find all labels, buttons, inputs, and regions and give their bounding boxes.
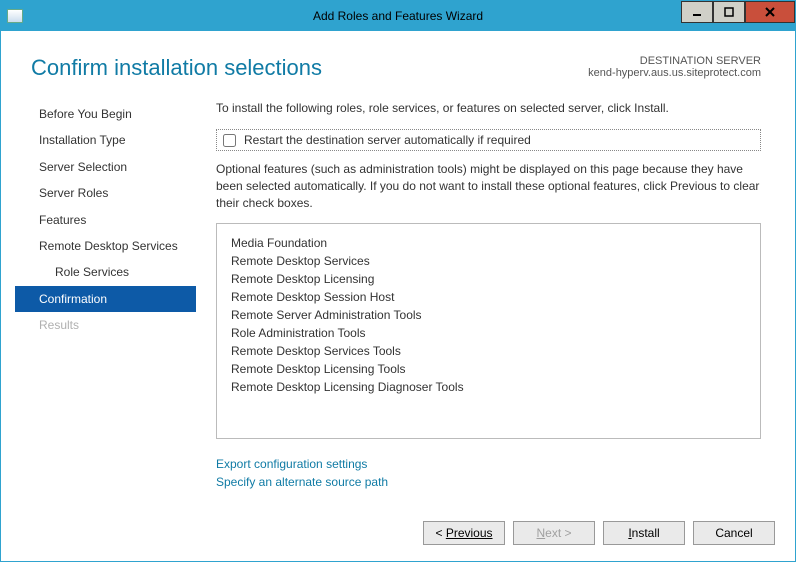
- close-button[interactable]: [745, 1, 795, 23]
- feature-item: Remote Desktop Services: [231, 252, 746, 270]
- cancel-button[interactable]: Cancel: [693, 521, 775, 545]
- links-section: Export configuration settings Specify an…: [216, 455, 761, 491]
- feature-item: Remote Desktop Session Host: [231, 288, 746, 306]
- maximize-button[interactable]: [713, 1, 745, 23]
- minimize-button[interactable]: [681, 1, 713, 23]
- optional-features-note: Optional features (such as administratio…: [216, 161, 761, 211]
- install-button[interactable]: Install: [603, 521, 685, 545]
- app-icon: [1, 9, 29, 23]
- body-row: Before You BeginInstallation TypeServer …: [1, 81, 795, 509]
- sidebar-step-confirmation[interactable]: Confirmation: [15, 286, 196, 312]
- page-title: Confirm installation selections: [31, 55, 588, 81]
- sidebar-step-installation-type[interactable]: Installation Type: [15, 127, 206, 153]
- destination-server-name: kend-hyperv.aus.us.siteprotect.com: [588, 67, 761, 79]
- sidebar-step-remote-desktop-services[interactable]: Remote Desktop Services: [15, 233, 206, 259]
- export-config-link[interactable]: Export configuration settings: [216, 455, 761, 473]
- content-area: Confirm installation selections DESTINAT…: [1, 31, 795, 561]
- destination-server-info: DESTINATION SERVER kend-hyperv.aus.us.si…: [588, 55, 761, 79]
- feature-item: Remote Desktop Licensing Tools: [231, 360, 746, 378]
- main-panel: To install the following roles, role ser…: [206, 101, 795, 509]
- previous-button[interactable]: < Previous: [423, 521, 505, 545]
- next-button[interactable]: Next >: [513, 521, 595, 545]
- window-title: Add Roles and Features Wizard: [1, 9, 795, 23]
- sidebar-step-role-services[interactable]: Role Services: [15, 259, 206, 285]
- wizard-window: Add Roles and Features Wizard Confirm in…: [0, 0, 796, 562]
- feature-item: Remote Desktop Licensing: [231, 270, 746, 288]
- header-row: Confirm installation selections DESTINAT…: [1, 31, 795, 81]
- sidebar-step-results: Results: [15, 312, 206, 338]
- window-controls: [681, 1, 795, 23]
- feature-item: Role Administration Tools: [231, 324, 746, 342]
- sidebar: Before You BeginInstallation TypeServer …: [1, 101, 206, 509]
- footer-buttons: < Previous Next > Install Cancel: [1, 509, 795, 561]
- sidebar-step-server-selection[interactable]: Server Selection: [15, 154, 206, 180]
- features-list[interactable]: Media FoundationRemote Desktop ServicesR…: [216, 223, 761, 439]
- feature-item: Remote Server Administration Tools: [231, 306, 746, 324]
- feature-item: Remote Desktop Licensing Diagnoser Tools: [231, 378, 746, 396]
- destination-server-label: DESTINATION SERVER: [588, 55, 761, 67]
- feature-item: Remote Desktop Services Tools: [231, 342, 746, 360]
- feature-item: Media Foundation: [231, 234, 746, 252]
- restart-label: Restart the destination server automatic…: [244, 133, 531, 147]
- sidebar-step-features[interactable]: Features: [15, 207, 206, 233]
- sidebar-step-before-you-begin[interactable]: Before You Begin: [15, 101, 206, 127]
- restart-checkbox[interactable]: [223, 134, 236, 147]
- alternate-source-link[interactable]: Specify an alternate source path: [216, 473, 761, 491]
- instruction-text: To install the following roles, role ser…: [216, 101, 761, 115]
- restart-checkbox-row[interactable]: Restart the destination server automatic…: [216, 129, 761, 151]
- titlebar: Add Roles and Features Wizard: [1, 1, 795, 31]
- sidebar-step-server-roles[interactable]: Server Roles: [15, 180, 206, 206]
